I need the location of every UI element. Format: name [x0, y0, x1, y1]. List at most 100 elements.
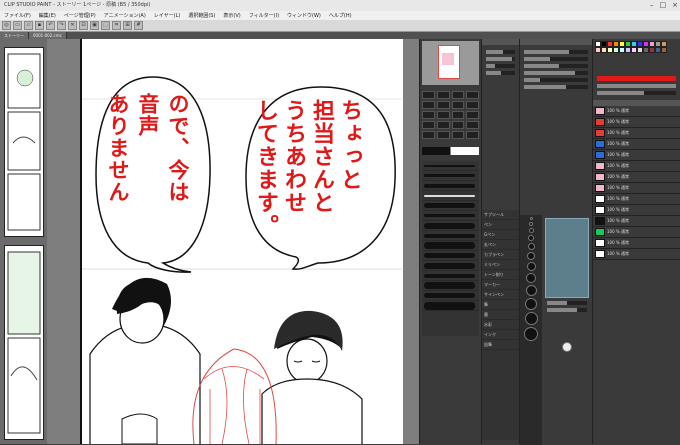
aa-slider[interactable] — [486, 71, 515, 75]
pen-tool-icon[interactable] — [436, 101, 450, 109]
layer-opacity-slider[interactable] — [597, 84, 676, 88]
subtool-item[interactable]: サインペン — [482, 290, 519, 300]
subtool-item[interactable]: ペン — [482, 220, 519, 230]
subtool-item[interactable]: マーカー — [482, 280, 519, 290]
color-wheel-icon[interactable] — [562, 342, 572, 352]
fill-tool-icon[interactable] — [466, 111, 479, 119]
opacity-slider[interactable] — [486, 57, 515, 61]
layer-row[interactable]: 100 % 通常 — [593, 216, 680, 227]
brush-preset[interactable] — [422, 261, 479, 271]
layer-row[interactable]: 100 % 通常 — [593, 238, 680, 249]
brush-size-dot[interactable] — [525, 285, 537, 296]
operation-tool-icon[interactable] — [466, 131, 479, 139]
subtool-item[interactable]: 丸ペン — [482, 240, 519, 250]
page-thumbnail[interactable] — [4, 245, 44, 440]
grid-icon[interactable]: # — [134, 21, 143, 30]
brush-size-dot[interactable] — [524, 312, 538, 325]
pencil-tool-icon[interactable] — [451, 101, 465, 109]
navigator-preview[interactable] — [422, 41, 479, 85]
tab-story[interactable]: ストーリー — [0, 32, 29, 39]
ruler-tool-icon[interactable] — [466, 121, 479, 129]
new-file-icon[interactable]: ▭ — [13, 21, 22, 30]
brush-preset[interactable] — [422, 281, 479, 291]
airbrush-tool-icon[interactable] — [422, 111, 435, 119]
fill-icon[interactable]: ▣ — [90, 21, 99, 30]
clear-icon[interactable]: ✕ — [68, 21, 77, 30]
snap-icon[interactable]: ⌗ — [112, 21, 121, 30]
layer-row[interactable]: 100 % 通常 — [593, 227, 680, 238]
transform-icon[interactable]: ⊡ — [79, 21, 88, 30]
layer-row[interactable]: 100 % 通常 — [593, 139, 680, 150]
subtool-item[interactable]: インク — [482, 330, 519, 340]
minimize-icon[interactable]: – — [650, 0, 654, 11]
subtool-item[interactable]: 筆 — [482, 300, 519, 310]
brush-size-dot[interactable] — [525, 298, 537, 310]
brush-preset[interactable] — [422, 271, 479, 281]
subtool-item[interactable]: 水彩 — [482, 320, 519, 330]
eyedropper-tool-icon[interactable] — [422, 101, 435, 109]
balloon-tool-icon[interactable] — [436, 131, 450, 139]
app-icon[interactable]: ◎ — [2, 21, 11, 30]
tab-page[interactable]: 0001-002.cmc — [29, 32, 67, 39]
brush-preset[interactable] — [422, 231, 479, 241]
brush-preset[interactable] — [422, 161, 479, 171]
menu-help[interactable]: ヘルプ(H) — [329, 12, 352, 19]
brush-preset[interactable] — [422, 171, 479, 181]
layer-row[interactable]: 100 % 通常 — [593, 161, 680, 172]
subtool-item[interactable]: 鉛筆 — [482, 340, 519, 350]
deselect-icon[interactable]: ⬚ — [101, 21, 110, 30]
brush-size-dot[interactable] — [529, 217, 533, 220]
brush-size-dot[interactable] — [528, 228, 534, 233]
menu-view[interactable]: 表示(V) — [223, 12, 240, 19]
subtool-item[interactable]: ミリペン — [482, 260, 519, 270]
gradient-tool-icon[interactable] — [422, 121, 435, 129]
subtool-item[interactable]: カブラペン — [482, 250, 519, 260]
figure-tool-icon[interactable] — [436, 121, 450, 129]
layer-row[interactable]: 100 % 通常 — [593, 194, 680, 205]
brush-preset[interactable] — [422, 241, 479, 251]
redo-icon[interactable]: ↷ — [57, 21, 66, 30]
property-slider[interactable] — [524, 78, 588, 82]
close-icon[interactable]: × — [672, 0, 678, 11]
color-swatch[interactable] — [661, 47, 667, 53]
brush-preset[interactable] — [422, 181, 479, 191]
blend-tool-icon[interactable] — [451, 111, 465, 119]
layer-row[interactable]: 100 % 通常 — [593, 106, 680, 117]
brush-size-dot[interactable] — [526, 273, 536, 283]
brush-preset[interactable] — [422, 211, 479, 221]
menu-filter[interactable]: フィルター(I) — [249, 12, 279, 19]
maximize-icon[interactable]: □ — [660, 0, 667, 11]
brush-preset[interactable] — [422, 221, 479, 231]
select-tool-icon[interactable] — [451, 91, 465, 99]
brush-size-dot[interactable] — [527, 252, 535, 260]
menu-edit[interactable]: 編集(E) — [39, 12, 56, 19]
property-slider[interactable] — [547, 301, 587, 305]
move-tool-icon[interactable] — [436, 91, 450, 99]
save-icon[interactable]: ▪ — [35, 21, 44, 30]
property-slider[interactable] — [524, 50, 588, 54]
property-slider[interactable] — [524, 71, 588, 75]
stabilizer-slider[interactable] — [486, 64, 515, 68]
subtool-item[interactable]: サブツール — [482, 210, 519, 220]
eraser-tool-icon[interactable] — [436, 111, 450, 119]
undo-icon[interactable]: ↶ — [46, 21, 55, 30]
property-slider[interactable] — [547, 308, 587, 312]
brush-size-dot[interactable] — [526, 262, 536, 271]
layer-property-slider[interactable] — [597, 91, 676, 95]
brush-preset[interactable] — [422, 291, 479, 301]
brush-size-dot[interactable] — [528, 235, 534, 241]
layer-row[interactable]: 100 % 通常 — [593, 183, 680, 194]
layer-row[interactable]: 100 % 通常 — [593, 128, 680, 139]
open-file-icon[interactable]: ▱ — [24, 21, 33, 30]
menu-page[interactable]: ページ管理(P) — [64, 12, 96, 19]
text-tool-icon[interactable] — [422, 131, 435, 139]
brush-size-dot[interactable] — [529, 222, 533, 226]
lasso-tool-icon[interactable] — [466, 91, 479, 99]
ruler-icon[interactable]: ⊞ — [123, 21, 132, 30]
subtool-item[interactable]: 墨 — [482, 310, 519, 320]
correct-line-tool-icon[interactable] — [451, 131, 465, 139]
property-slider[interactable] — [524, 64, 588, 68]
menu-file[interactable]: ファイル(F) — [4, 12, 31, 19]
layer-row[interactable]: 100 % 通常 — [593, 150, 680, 161]
brush-tool-icon[interactable] — [466, 101, 479, 109]
